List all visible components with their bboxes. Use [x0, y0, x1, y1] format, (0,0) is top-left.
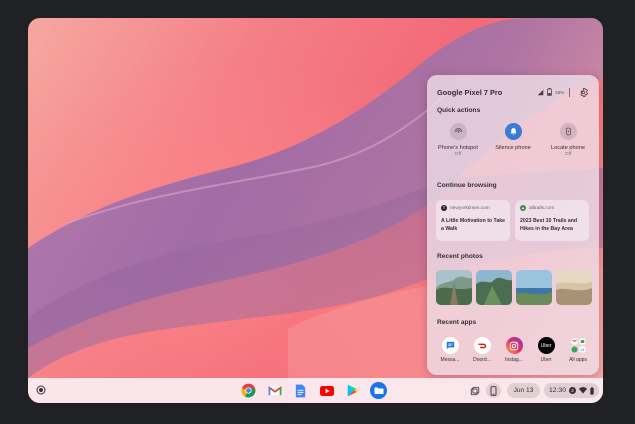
recent-apps: Messa... Doord... Instag... Uber Uber 24… — [435, 337, 593, 363]
nytimes-favicon-icon: T — [441, 205, 447, 211]
date-tray[interactable]: Jun 13 — [507, 383, 540, 398]
app-label: Doord... — [473, 357, 491, 363]
browsing-card-nytimes[interactable]: T newyorktimes.com A Little Motivation t… — [436, 200, 510, 241]
shelf: Jun 13 12:30 2 — [28, 378, 603, 403]
continue-browsing-list: T newyorktimes.com A Little Motivation t… — [436, 200, 589, 241]
recent-photos-title: Recent photos — [437, 253, 483, 260]
silence-toggle[interactable]: Silence phone — [486, 123, 540, 157]
desktop-screen: Google Pixel 7 Pro 26% Quick actions Pho… — [28, 18, 603, 403]
photo-thumbnail[interactable] — [476, 270, 512, 305]
hotspot-toggle[interactable]: Phone's hotspot Off — [431, 123, 485, 157]
header-divider — [569, 87, 570, 97]
card-site-label: newyorktimes.com — [450, 205, 490, 211]
locate-toggle[interactable]: Locate phone Off — [541, 123, 595, 157]
hotspot-icon — [454, 128, 462, 133]
phone-hub-button[interactable] — [486, 383, 501, 398]
card-site: T newyorktimes.com — [441, 205, 490, 211]
recent-app-doordash[interactable]: Doord... — [467, 337, 497, 363]
uber-logo-text: Uber — [540, 342, 552, 349]
tote-icon — [470, 386, 480, 395]
status-tray[interactable]: 12:30 2 — [544, 383, 599, 398]
date-label: Jun 13 — [513, 387, 534, 394]
continue-browsing-title: Continue browsing — [437, 182, 497, 189]
hotspot-label: Phone's hotspot — [438, 145, 478, 151]
hotspot-button[interactable] — [449, 123, 467, 140]
silence-label: Silence phone — [495, 145, 531, 151]
locate-label: Locate phone — [551, 145, 585, 151]
youtube-icon[interactable] — [318, 382, 335, 399]
all-apps-icon: 24 — [570, 337, 587, 354]
svg-text:24: 24 — [580, 348, 584, 352]
chrome-icon[interactable] — [240, 382, 257, 399]
battery-icon — [547, 88, 553, 96]
launcher-icon — [36, 385, 46, 395]
doordash-icon — [473, 337, 491, 354]
battery-level: 26% — [555, 89, 565, 95]
recent-app-messages[interactable]: Messa... — [435, 337, 465, 363]
card-site-label: alltrails.com — [529, 205, 555, 211]
card-title: 2023 Best 10 Trails and Hikes in the Bay… — [520, 218, 578, 232]
phone-icon — [490, 385, 497, 396]
app-label: Instag... — [505, 357, 523, 363]
photo-thumbnail[interactable] — [516, 270, 552, 305]
browsing-card-alltrails[interactable]: ▲ alltrails.com 2023 Best 10 Trails and … — [515, 200, 589, 241]
quick-actions: Phone's hotspot Off Silence phone Locate… — [431, 123, 595, 157]
recent-photos — [436, 270, 592, 305]
device-name: Google Pixel 7 Pro — [437, 87, 503, 97]
locate-button[interactable] — [559, 123, 577, 140]
play-store-icon[interactable] — [344, 382, 361, 399]
settings-gear-icon[interactable] — [578, 87, 589, 98]
alltrails-favicon-icon: ▲ — [520, 205, 526, 211]
phone-hub-header: Google Pixel 7 Pro 26% — [437, 85, 589, 99]
phone-status: 26% — [537, 87, 570, 97]
launcher-button[interactable] — [35, 384, 47, 396]
battery-icon — [590, 386, 594, 395]
recent-app-instagram[interactable]: Instag... — [499, 337, 529, 363]
files-icon[interactable] — [370, 382, 387, 399]
card-site: ▲ alltrails.com — [520, 205, 554, 211]
wifi-icon — [579, 387, 587, 394]
messages-icon — [441, 337, 459, 354]
phone-locate-icon — [565, 127, 571, 136]
app-label: Messa... — [440, 357, 460, 363]
tote-button[interactable] — [468, 383, 482, 398]
recent-app-uber[interactable]: Uber Uber — [531, 337, 561, 363]
app-label: All apps — [569, 357, 587, 363]
app-label: Uber — [540, 357, 552, 363]
notification-badge: 2 — [569, 387, 576, 394]
signal-icon — [537, 89, 544, 95]
docs-icon[interactable] — [292, 382, 309, 399]
locate-state: Off — [564, 152, 572, 157]
hotspot-state: Off — [454, 152, 462, 157]
shelf-pinned-apps — [240, 382, 387, 399]
photo-thumbnail[interactable] — [436, 270, 472, 305]
gmail-icon[interactable] — [266, 382, 283, 399]
quick-actions-title: Quick actions — [437, 107, 481, 114]
bell-icon — [510, 128, 516, 135]
phone-hub-panel: Google Pixel 7 Pro 26% Quick actions Pho… — [427, 75, 599, 375]
time-label: 12:30 — [548, 387, 566, 394]
recent-apps-title: Recent apps — [437, 319, 477, 326]
recent-app-all-apps[interactable]: 24 All apps — [563, 337, 593, 363]
uber-icon: Uber — [537, 337, 555, 354]
card-title: A Little Motivation to Take a Walk — [441, 218, 505, 232]
photo-thumbnail[interactable] — [556, 270, 592, 305]
instagram-icon — [505, 337, 523, 354]
silence-button[interactable] — [504, 123, 522, 140]
